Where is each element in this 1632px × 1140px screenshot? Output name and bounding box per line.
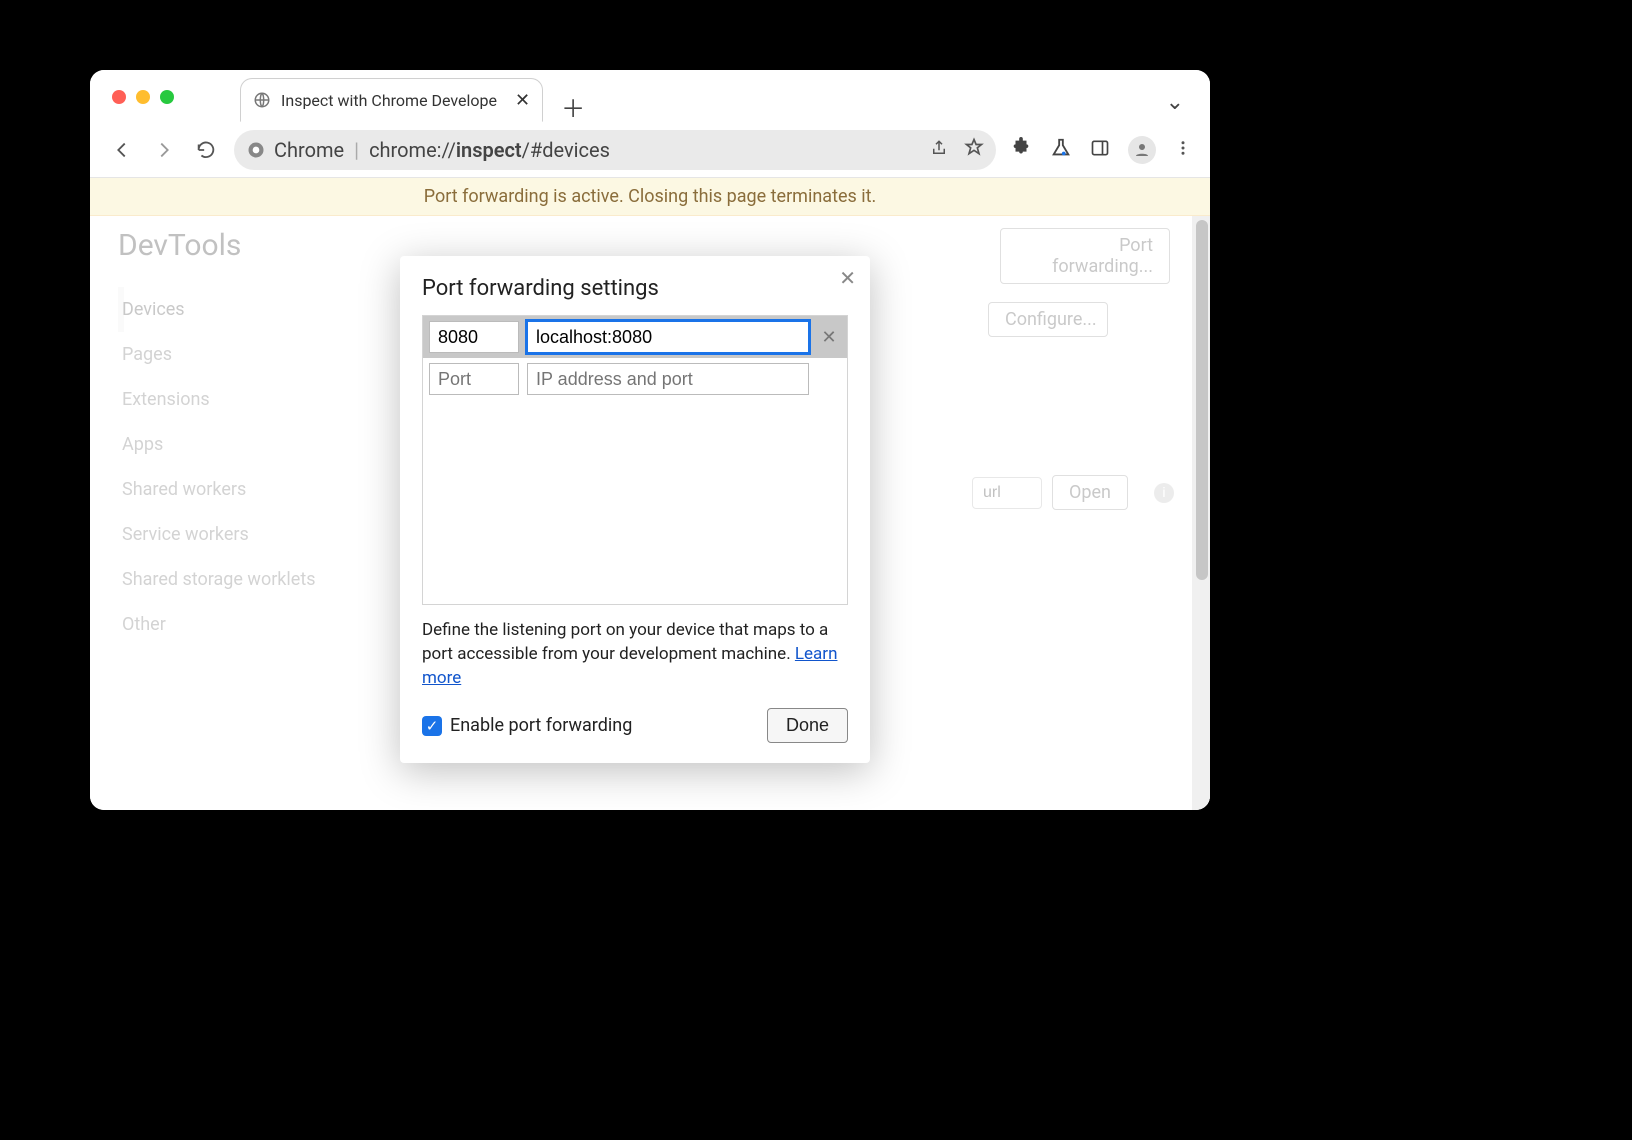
bookmark-star-icon[interactable] — [964, 137, 984, 162]
page-body: DevTools Devices Pages Extensions Apps S… — [90, 216, 1210, 810]
globe-icon — [253, 91, 271, 109]
tab-active[interactable]: Inspect with Chrome Develope ✕ — [240, 78, 543, 122]
address-bar[interactable]: Chrome | chrome://inspect/#devices — [234, 130, 996, 170]
omnibox-url: chrome://inspect/#devices — [369, 138, 610, 162]
port-rule-row: ✕ — [423, 316, 847, 358]
site-chip-label: Chrome — [274, 138, 344, 162]
omnibox-separator: | — [354, 138, 359, 162]
address-input[interactable] — [527, 321, 809, 353]
minimize-window-icon[interactable] — [136, 90, 150, 104]
forward-button[interactable] — [150, 136, 178, 164]
done-button[interactable]: Done — [767, 708, 848, 743]
close-tab-icon[interactable]: ✕ — [515, 90, 530, 111]
toolbar: Chrome | chrome://inspect/#devices — [90, 122, 1210, 178]
extension-icons — [1010, 136, 1192, 164]
tabs-menu-chevron-icon[interactable]: ⌄ — [1166, 90, 1184, 115]
delete-rule-icon[interactable]: ✕ — [817, 327, 841, 348]
chrome-icon — [246, 140, 266, 160]
window-controls — [112, 90, 174, 104]
address-input-empty[interactable] — [527, 363, 809, 395]
port-forwarding-banner: Port forwarding is active. Closing this … — [90, 178, 1210, 216]
window-titlebar: Inspect with Chrome Develope ✕ ＋ ⌄ — [90, 70, 1210, 122]
profile-avatar[interactable] — [1128, 136, 1156, 164]
labs-flask-icon[interactable] — [1050, 137, 1072, 163]
port-rules-table: ✕ ✕ — [422, 315, 848, 605]
modal-footer: ✓ Enable port forwarding Done — [422, 708, 848, 743]
checkbox-checked-icon: ✓ — [422, 716, 442, 736]
content-area: Port forwarding is active. Closing this … — [90, 178, 1210, 810]
back-button[interactable] — [108, 136, 136, 164]
site-chip: Chrome — [246, 138, 344, 162]
port-rule-empty-row: ✕ — [423, 358, 847, 400]
side-panel-icon[interactable] — [1090, 138, 1110, 162]
scrollbar[interactable] — [1192, 216, 1210, 810]
port-input-empty[interactable] — [429, 363, 519, 395]
port-forwarding-modal: ✕ Port forwarding settings ✕ ✕ De — [400, 256, 870, 763]
reload-button[interactable] — [192, 136, 220, 164]
browser-window: Inspect with Chrome Develope ✕ ＋ ⌄ Chrom… — [90, 70, 1210, 810]
modal-title: Port forwarding settings — [422, 276, 848, 301]
scrollbar-thumb[interactable] — [1196, 220, 1208, 580]
enable-port-forwarding-checkbox[interactable]: ✓ Enable port forwarding — [422, 715, 632, 736]
extensions-puzzle-icon[interactable] — [1010, 137, 1032, 163]
modal-close-icon[interactable]: ✕ — [839, 266, 856, 290]
checkbox-label: Enable port forwarding — [450, 715, 632, 736]
overflow-menu-icon[interactable] — [1174, 139, 1192, 161]
modal-help-text: Define the listening port on your device… — [422, 619, 848, 690]
new-tab-button[interactable]: ＋ — [557, 90, 589, 122]
close-window-icon[interactable] — [112, 90, 126, 104]
tabstrip: Inspect with Chrome Develope ✕ ＋ — [240, 76, 1160, 122]
tab-title: Inspect with Chrome Develope — [281, 91, 497, 110]
zoom-window-icon[interactable] — [160, 90, 174, 104]
share-icon[interactable] — [930, 138, 948, 162]
port-input[interactable] — [429, 321, 519, 353]
